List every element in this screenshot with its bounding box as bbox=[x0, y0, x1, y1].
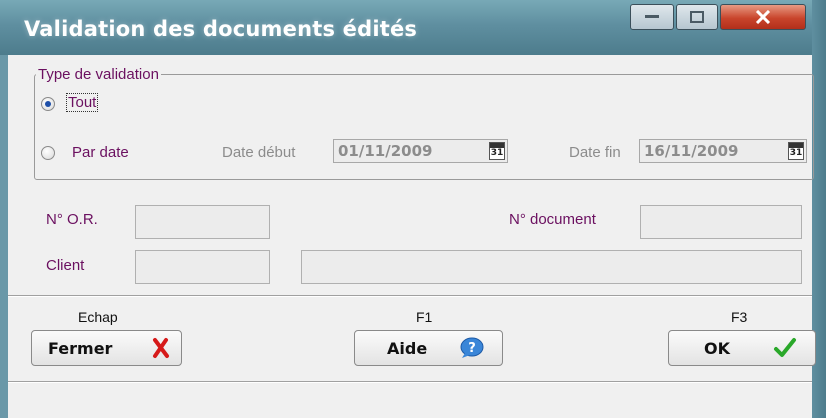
radio-par-date-label[interactable]: Par date bbox=[72, 144, 129, 161]
help-button-label: Aide bbox=[387, 339, 428, 358]
validation-type-group bbox=[34, 74, 814, 180]
document-number-label: N° document bbox=[509, 211, 596, 228]
date-start-label: Date début bbox=[222, 144, 296, 161]
separator bbox=[8, 382, 812, 383]
ok-button[interactable]: OK bbox=[668, 330, 816, 366]
or-number-label: N° O.R. bbox=[46, 211, 98, 228]
close-button-label: Fermer bbox=[48, 339, 113, 358]
maximize-button[interactable] bbox=[676, 4, 718, 30]
date-end-field[interactable]: 16/11/2009 31 bbox=[639, 139, 807, 163]
close-icon bbox=[755, 10, 771, 24]
date-end-value: 16/11/2009 bbox=[644, 142, 739, 160]
key-hint-echap: Echap bbox=[78, 309, 118, 325]
window-frame-left bbox=[0, 55, 8, 418]
key-hint-f3: F3 bbox=[731, 309, 748, 325]
client-label: Client bbox=[46, 257, 85, 274]
window-title: Validation des documents édités bbox=[24, 17, 418, 41]
dialog-body: Type de validation Tout Par date Date dé… bbox=[8, 55, 816, 418]
ok-button-label: OK bbox=[704, 339, 730, 358]
close-button[interactable]: Fermer bbox=[31, 330, 182, 366]
separator bbox=[8, 296, 812, 297]
radio-tout[interactable] bbox=[41, 97, 55, 111]
radio-selected-dot bbox=[45, 101, 51, 107]
help-bubble-icon: ? bbox=[460, 337, 484, 358]
date-start-value: 01/11/2009 bbox=[338, 142, 433, 160]
validation-type-legend: Type de validation bbox=[36, 66, 161, 83]
minimize-icon bbox=[645, 15, 659, 18]
key-hint-f1: F1 bbox=[416, 309, 433, 325]
date-start-field[interactable]: 01/11/2009 31 bbox=[333, 139, 508, 163]
or-number-input[interactable] bbox=[135, 205, 270, 239]
radio-tout-label[interactable]: Tout bbox=[66, 93, 99, 112]
close-window-button[interactable] bbox=[720, 4, 806, 30]
document-number-input[interactable] bbox=[640, 205, 802, 239]
green-check-icon bbox=[774, 338, 796, 357]
svg-text:?: ? bbox=[468, 341, 476, 356]
client-name-input[interactable] bbox=[301, 250, 802, 284]
minimize-button[interactable] bbox=[630, 4, 674, 30]
date-end-label: Date fin bbox=[569, 144, 621, 161]
radio-par-date[interactable] bbox=[41, 146, 55, 160]
help-button[interactable]: Aide ? bbox=[354, 330, 503, 366]
maximize-icon bbox=[690, 11, 704, 23]
calendar-icon[interactable]: 31 bbox=[788, 142, 804, 160]
title-bar: Validation des documents édités bbox=[0, 0, 826, 55]
calendar-icon[interactable]: 31 bbox=[489, 142, 505, 160]
client-code-input[interactable] bbox=[135, 250, 270, 284]
red-x-icon bbox=[153, 338, 169, 358]
